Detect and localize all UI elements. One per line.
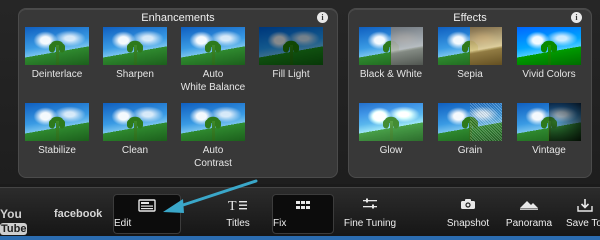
thumbnail-image (181, 103, 245, 141)
tile-label: Stabilize (38, 145, 76, 156)
thumbnail-image (359, 103, 423, 141)
thumbnail-image (103, 103, 167, 141)
tile-label: Glow (379, 145, 403, 156)
effect-tile-stabilize[interactable]: Stabilize (22, 103, 92, 157)
thumbnail-image (517, 103, 581, 141)
tile-label: Vintage (532, 145, 566, 156)
effect-tile-deinterlace[interactable]: Deinterlace (22, 27, 92, 81)
youtube-logo-tube: Tube (0, 223, 28, 235)
stage-area: Enhancements i Deinterlace Sharpen Auto … (0, 0, 600, 184)
thumbnail-image (517, 27, 581, 65)
panorama-label: Panorama (505, 218, 553, 229)
effect-tile-auto-contrast[interactable]: Auto Contrast (178, 103, 248, 170)
thumbnail-image (181, 27, 245, 65)
effect-tile-sharpen[interactable]: Sharpen (100, 27, 170, 81)
svg-text:T: T (228, 199, 237, 212)
camera-icon (460, 198, 476, 213)
info-icon[interactable]: i (571, 12, 582, 23)
effect-tile-auto-white-balance[interactable]: Auto White Balance (178, 27, 248, 94)
thumbnail-image (103, 27, 167, 65)
tile-label: Grain (457, 145, 483, 156)
bottom-accent-strip (0, 236, 600, 240)
info-icon[interactable]: i (317, 12, 328, 23)
panorama-icon (519, 198, 539, 213)
thumbnail-image (438, 103, 502, 141)
effect-tile-fill-light[interactable]: Fill Light (256, 27, 326, 81)
effect-tile-black-white[interactable]: Black & White (356, 27, 426, 81)
fix-label: Fix (273, 218, 287, 229)
save-icon (577, 198, 593, 215)
tile-label-line2: Contrast (194, 158, 232, 169)
thumbnail-image (259, 27, 323, 65)
tile-label: Vivid Colors (522, 69, 576, 80)
effects-panel: Effects i Black & White Sepia Vivid Colo… (348, 8, 592, 178)
snapshot-label: Snapshot (446, 218, 490, 229)
tile-label-line2: White Balance (180, 82, 246, 93)
edit-button[interactable]: Edit (113, 194, 181, 234)
titles-button[interactable]: T Titles (216, 188, 260, 237)
edit-label: Edit (114, 218, 132, 229)
fine-tuning-label: Fine Tuning (343, 218, 397, 229)
save-to-button[interactable]: Save To (562, 188, 600, 237)
tile-label: Fill Light (272, 69, 310, 80)
thumbnail-image (359, 27, 423, 65)
snapshot-button[interactable]: Snapshot (442, 188, 494, 237)
edit-icon (138, 199, 156, 216)
tile-label: Black & White (359, 69, 423, 80)
facebook-share-button[interactable]: facebook (54, 208, 102, 220)
fine-tuning-button[interactable]: Fine Tuning (340, 188, 400, 237)
save-to-label: Save To (566, 218, 600, 229)
titles-label: Titles (226, 218, 250, 229)
enhancements-title: Enhancements (141, 12, 215, 24)
effect-tile-glow[interactable]: Glow (356, 103, 426, 157)
bottom-toolbar: You Tube facebook Edit T Titles Fix Fine … (0, 187, 600, 236)
tile-label: Auto (202, 69, 224, 80)
enhancements-panel: Enhancements i Deinterlace Sharpen Auto … (18, 8, 338, 178)
youtube-logo-text: You (0, 207, 22, 221)
effects-title: Effects (453, 12, 487, 24)
fix-button[interactable]: Fix (272, 194, 334, 234)
panorama-button[interactable]: Panorama (504, 188, 554, 237)
effect-tile-sepia[interactable]: Sepia (435, 27, 505, 81)
tile-label: Sepia (457, 69, 483, 80)
thumbnail-image (25, 103, 89, 141)
tile-label: Sharpen (116, 69, 154, 80)
thumbnail-image (438, 27, 502, 65)
fix-icon (295, 199, 311, 214)
sliders-icon (362, 198, 378, 213)
tile-label: Deinterlace (31, 69, 83, 80)
effect-tile-vivid-colors[interactable]: Vivid Colors (514, 27, 584, 81)
thumbnail-image (25, 27, 89, 65)
effect-tile-clean[interactable]: Clean (100, 103, 170, 157)
effect-tile-grain[interactable]: Grain (435, 103, 505, 157)
tile-label: Clean (121, 145, 149, 156)
tile-label: Auto (202, 145, 224, 156)
titles-icon: T (228, 198, 248, 215)
youtube-share-button[interactable]: You Tube (0, 207, 36, 235)
effect-tile-vintage[interactable]: Vintage (514, 103, 584, 157)
